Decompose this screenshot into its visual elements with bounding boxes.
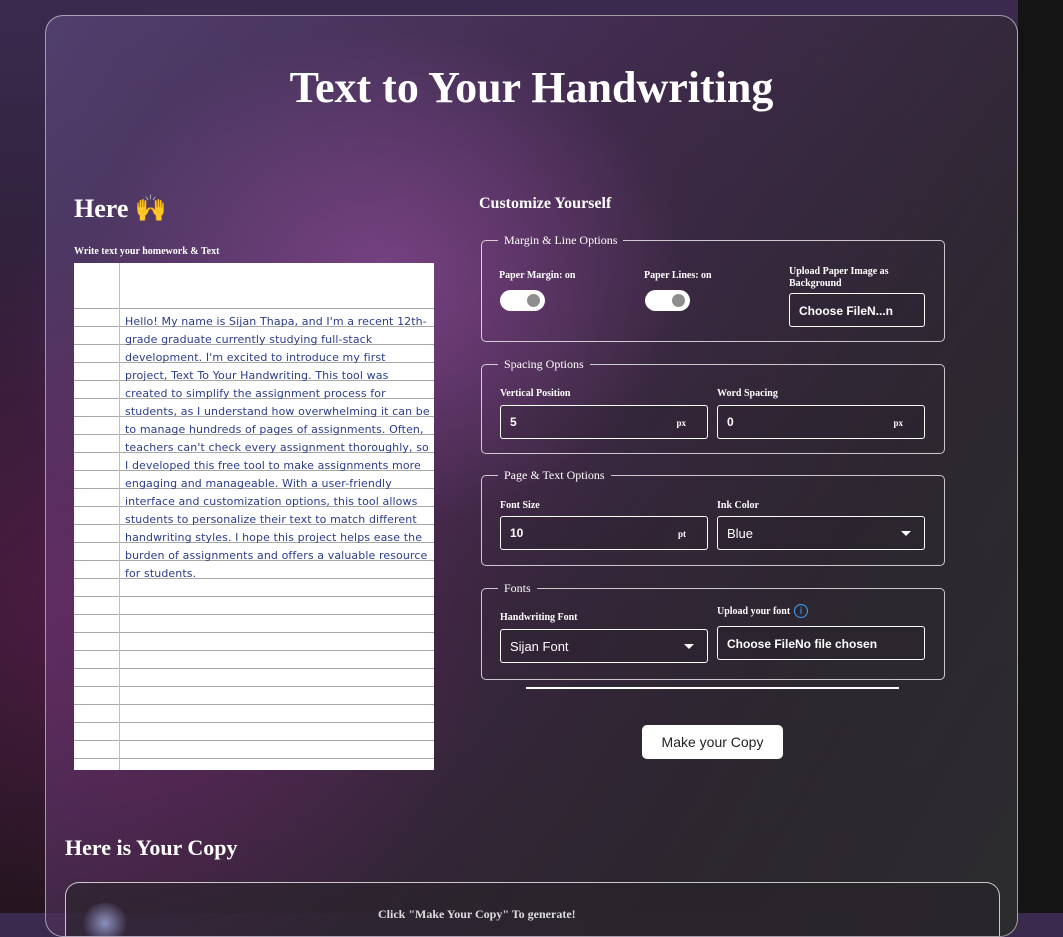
chevron-down-icon <box>901 531 911 536</box>
font-size-label: Font Size <box>500 500 540 511</box>
section-divider <box>526 687 899 689</box>
paper-text[interactable]: Hello! My name is Sijan Thapa, and I'm a… <box>125 313 430 583</box>
upload-font-label: Upload your font <box>717 606 791 617</box>
spacing-legend: Spacing Options <box>504 357 584 371</box>
handwriting-font-label: Handwriting Font <box>500 612 578 623</box>
margin-line-legend: Margin & Line Options <box>504 233 618 247</box>
handwriting-font-value: Sijan Font <box>510 639 569 654</box>
word-spacing-input[interactable]: 0 px <box>717 405 925 439</box>
font-size-unit: pt <box>677 529 686 539</box>
vertical-position-unit: px <box>676 418 686 428</box>
chevron-down-icon <box>684 644 694 649</box>
vertical-position-input[interactable]: 5 px <box>500 405 708 439</box>
upload-font-button[interactable]: Choose FileNo file chosen <box>717 626 925 660</box>
paper-lines-label: Paper Lines: on <box>644 270 712 281</box>
paper-textarea[interactable]: Hello! My name is Sijan Thapa, and I'm a… <box>74 263 434 770</box>
word-spacing-unit: px <box>893 418 903 428</box>
toggle-knob <box>672 294 685 307</box>
page-text-legend: Page & Text Options <box>504 468 605 482</box>
output-preview-blur <box>80 903 130 936</box>
font-size-input[interactable]: 10 pt <box>500 516 708 550</box>
page-title: Text to Your Handwriting <box>289 63 774 112</box>
paper-margin-toggle[interactable] <box>500 290 545 311</box>
page-right-strip <box>1018 0 1063 913</box>
vertical-position-label: Vertical Position <box>500 388 571 399</box>
info-icon[interactable]: i <box>794 604 808 618</box>
output-heading: Here is Your Copy <box>65 835 238 860</box>
paper-margin-label: Paper Margin: on <box>499 270 576 281</box>
main-card: Text to Your Handwriting Here 🙌 Write te… <box>45 15 1018 937</box>
upload-paper-button-text: Choose FileN...n <box>799 304 894 318</box>
paper-lines-toggle[interactable] <box>645 290 690 311</box>
paper-margin-line <box>119 263 120 770</box>
output-hint: Click "Make Your Copy" To generate! <box>378 907 576 921</box>
handwriting-font-select[interactable]: Sijan Font <box>500 629 708 663</box>
ink-color-label: Ink Color <box>717 500 759 511</box>
output-box: Click "Make Your Copy" To generate! <box>65 882 1000 936</box>
upload-paper-button[interactable]: Choose FileN...n <box>789 293 925 327</box>
word-spacing-label: Word Spacing <box>717 388 778 399</box>
toggle-knob <box>527 294 540 307</box>
fonts-legend: Fonts <box>504 581 531 595</box>
font-size-value: 10 <box>510 526 524 540</box>
upload-paper-label: Upload Paper Image as Background <box>789 266 889 289</box>
customize-heading: Customize Yourself <box>479 195 612 212</box>
upload-font-button-text: Choose FileNo file chosen <box>727 637 878 651</box>
input-heading: Here 🙌 <box>74 194 168 223</box>
make-copy-button[interactable]: Make your Copy <box>642 725 783 759</box>
write-label: Write text your homework & Text <box>74 246 220 257</box>
ink-color-select[interactable]: Blue <box>717 516 925 550</box>
word-spacing-value: 0 <box>727 415 734 429</box>
vertical-position-value: 5 <box>510 415 517 429</box>
ink-color-value: Blue <box>727 526 754 541</box>
